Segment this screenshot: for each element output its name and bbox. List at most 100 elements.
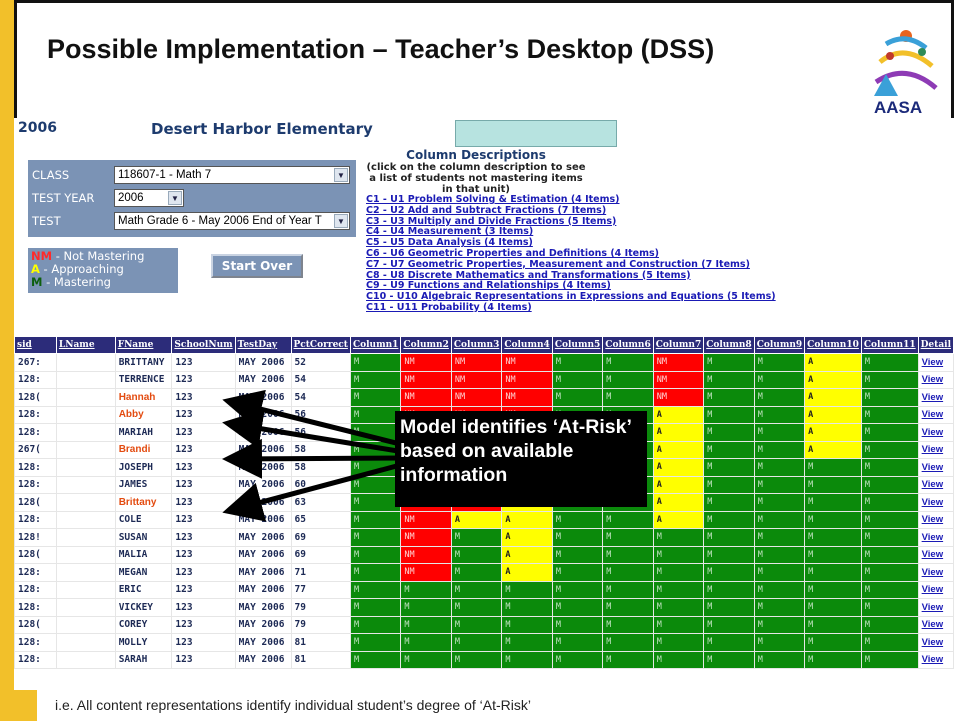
pct-correct-cell: 71 bbox=[290, 563, 351, 582]
first-name-cell: Abby bbox=[114, 405, 173, 424]
filter-label: TEST bbox=[32, 214, 61, 228]
detail-view-link[interactable]: View bbox=[917, 388, 954, 407]
column-header[interactable]: Column6 bbox=[602, 336, 654, 354]
mastery-cell: NM bbox=[400, 545, 452, 564]
info-box bbox=[455, 120, 617, 147]
detail-view-link[interactable]: View bbox=[917, 423, 954, 442]
detail-view-link[interactable]: View bbox=[917, 633, 954, 652]
column-header[interactable]: FName bbox=[114, 336, 173, 354]
table-row[interactable]: 128: MOLLY 123 MAY 2006 81 M M M M M M M M M M M View bbox=[14, 633, 954, 652]
column-description-link[interactable]: C2 - U2 Add and Subtract Fractions (7 It… bbox=[366, 205, 826, 217]
test-year-select[interactable]: 2006 ▼ bbox=[114, 189, 184, 207]
mastery-cell: M bbox=[501, 598, 553, 617]
table-row[interactable]: 128(COREY 123 MAY 2006 79 M M M M M M M M M M M View bbox=[14, 615, 954, 634]
test-select[interactable]: Math Grade 6 - May 2006 End of Year T ▼ bbox=[114, 212, 350, 230]
school-num-cell: 123 bbox=[171, 563, 236, 582]
column-description-link[interactable]: C11 - U11 Probability (4 Items) bbox=[366, 302, 826, 314]
mastery-cell: M bbox=[753, 423, 806, 442]
mastery-cell: M bbox=[652, 528, 705, 547]
detail-view-link[interactable]: View bbox=[917, 563, 954, 582]
mastery-cell: M bbox=[400, 598, 452, 617]
detail-view-link[interactable]: View bbox=[917, 458, 954, 477]
detail-view-link[interactable]: View bbox=[917, 528, 954, 547]
mastery-cell: M bbox=[400, 615, 452, 634]
column-header[interactable]: SchoolNum bbox=[171, 336, 236, 354]
detail-view-link[interactable]: View bbox=[917, 545, 954, 564]
detail-view-link[interactable]: View bbox=[917, 405, 954, 424]
chevron-down-icon[interactable]: ▼ bbox=[168, 191, 182, 205]
mastery-cell: M bbox=[804, 545, 862, 564]
table-row[interactable]: 128: COLE 123 MAY 2006 65 M NM A A M M A M M M M View bbox=[14, 510, 954, 529]
table-row[interactable]: 128: SARAH 123 MAY 2006 81 M M M M M M M M M M M View bbox=[14, 650, 954, 669]
mastery-cell: M bbox=[349, 510, 402, 529]
mastery-cell: M bbox=[860, 510, 919, 529]
table-row[interactable]: 128! SUSAN 123 MAY 2006 69 M NM M A M M M M M M M View bbox=[14, 528, 954, 547]
column-header[interactable]: Column9 bbox=[753, 336, 806, 354]
mastery-cell: M bbox=[652, 615, 705, 634]
column-header[interactable]: Column7 bbox=[652, 336, 705, 354]
table-row[interactable]: 128(Hannah 123 MAY 2006 54 M NM NM NM M M NM M M A M Vi… bbox=[14, 388, 954, 407]
mastery-cell: NM bbox=[652, 353, 705, 372]
school-num-cell: 123 bbox=[171, 458, 236, 477]
column-header[interactable]: Column10 bbox=[804, 336, 862, 354]
column-header[interactable]: PctCorrect bbox=[290, 336, 351, 354]
filter-panel: CLASS 118607-1 - Math 7 ▼ TEST YEAR 2006… bbox=[28, 160, 356, 237]
column-header[interactable]: LName bbox=[55, 336, 116, 354]
column-header[interactable]: Column3 bbox=[450, 336, 503, 354]
chevron-down-icon[interactable]: ▼ bbox=[334, 214, 348, 228]
class-select[interactable]: 118607-1 - Math 7 ▼ bbox=[114, 166, 350, 184]
mastery-cell: M bbox=[551, 388, 604, 407]
mastery-cell: M bbox=[602, 370, 654, 389]
test-day-cell: MAY 2006 bbox=[234, 563, 292, 582]
table-row[interactable]: 267: BRITTANY 123 MAY 2006 52 M NM NM NM M M NM M M A M… bbox=[14, 353, 954, 372]
mastery-cell: M bbox=[602, 353, 654, 372]
slide-caption: i.e. All content representations identif… bbox=[55, 697, 532, 713]
detail-view-link[interactable]: View bbox=[917, 475, 954, 494]
filter-class-row: CLASS 118607-1 - Math 7 ▼ bbox=[28, 164, 356, 186]
column-header[interactable]: TestDay bbox=[234, 336, 292, 354]
table-row[interactable]: 128: ERIC 123 MAY 2006 77 M M M M M M M M M M M View bbox=[14, 580, 954, 599]
mastery-cell: M bbox=[703, 423, 755, 442]
start-over-button[interactable]: Start Over bbox=[211, 254, 303, 278]
detail-view-link[interactable]: View bbox=[917, 370, 954, 389]
detail-view-link[interactable]: View bbox=[917, 580, 954, 599]
detail-view-link[interactable]: View bbox=[917, 650, 954, 669]
mastery-cell: M bbox=[703, 510, 755, 529]
mastery-cell: M bbox=[551, 528, 604, 547]
mastery-legend: NM - Not Mastering A - Approaching M - M… bbox=[28, 248, 178, 293]
mastery-cell: NM bbox=[400, 353, 452, 372]
mastery-cell: M bbox=[703, 615, 755, 634]
column-header[interactable]: Column11 bbox=[860, 336, 919, 354]
detail-view-link[interactable]: View bbox=[917, 353, 954, 372]
table-row[interactable]: 128: MEGAN 123 MAY 2006 71 M NM M A M M M M M M M View bbox=[14, 563, 954, 582]
detail-view-link[interactable]: View bbox=[917, 615, 954, 634]
column-header[interactable]: Column8 bbox=[703, 336, 755, 354]
table-row[interactable]: 128(MALIA 123 MAY 2006 69 M NM M A M M M M M M M View bbox=[14, 545, 954, 564]
at-risk-callout: Model identifies ‘At-Risk’ based on avai… bbox=[395, 411, 647, 507]
column-header[interactable]: Column2 bbox=[400, 336, 452, 354]
pct-correct-cell: 81 bbox=[290, 633, 351, 652]
slide-accent-bar bbox=[0, 0, 14, 721]
column-description-link[interactable]: C7 - U7 Geometric Properties, Measuremen… bbox=[366, 259, 826, 271]
last-name-cell bbox=[55, 528, 116, 547]
table-row[interactable]: 128: VICKEY 123 MAY 2006 79 M M M M M M M M M M M View bbox=[14, 598, 954, 617]
pct-correct-cell: 69 bbox=[290, 528, 351, 547]
pct-correct-cell: 56 bbox=[290, 405, 351, 424]
table-header-row: sid LName FName SchoolNum TestDay PctCorrect C… bbox=[14, 336, 954, 354]
column-header[interactable]: sid bbox=[14, 336, 57, 354]
mastery-cell: M bbox=[652, 545, 705, 564]
detail-view-link[interactable]: View bbox=[917, 493, 954, 512]
mastery-cell: M bbox=[349, 388, 402, 407]
column-header[interactable]: Detail bbox=[917, 336, 954, 354]
chevron-down-icon[interactable]: ▼ bbox=[334, 168, 348, 182]
test-day-cell: MAY 2006 bbox=[234, 615, 292, 634]
last-name-cell bbox=[55, 493, 116, 512]
pct-correct-cell: 56 bbox=[290, 423, 351, 442]
table-row[interactable]: 128: TERRENCE 123 MAY 2006 54 M NM NM NM M M NM M M A M… bbox=[14, 370, 954, 389]
detail-view-link[interactable]: View bbox=[917, 440, 954, 459]
detail-view-link[interactable]: View bbox=[917, 510, 954, 529]
column-header[interactable]: Column5 bbox=[551, 336, 604, 354]
column-header[interactable]: Column1 bbox=[349, 336, 402, 354]
detail-view-link[interactable]: View bbox=[917, 598, 954, 617]
column-header[interactable]: Column4 bbox=[501, 336, 553, 354]
